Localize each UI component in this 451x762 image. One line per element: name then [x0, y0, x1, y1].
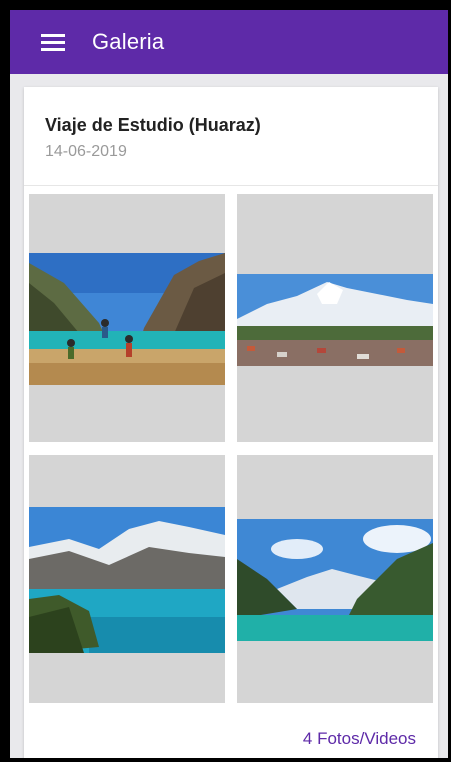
album-title: Viaje de Estudio (Huaraz) [45, 115, 261, 135]
album-date: 14-06-2019 [45, 143, 127, 160]
photo-tile-3[interactable] [29, 455, 225, 703]
album-card: Viaje de Estudio (Huaraz) 14-06-2019 4 F… [24, 87, 438, 758]
menu-button[interactable] [36, 25, 70, 59]
photo-valley-lake [237, 519, 433, 641]
album-header: Viaje de Estudio (Huaraz) 14-06-2019 [24, 87, 438, 186]
app-screen: Galeria Viaje de Estudio (Huaraz) 14-06-… [10, 10, 448, 758]
page-title: Galeria [92, 29, 165, 54]
photo-tile-4[interactable] [237, 455, 433, 703]
hamburger-menu-icon [41, 34, 65, 51]
photo-tile-1[interactable] [29, 194, 225, 442]
app-bar: Galeria [10, 10, 448, 74]
photo-turquoise-lake [29, 507, 225, 653]
photo-snowy-mountain-town [237, 274, 433, 366]
media-count-link[interactable]: 4 Fotos/Videos [303, 729, 416, 749]
photo-tile-2[interactable] [237, 194, 433, 442]
photo-lagoon-jump [29, 253, 225, 385]
